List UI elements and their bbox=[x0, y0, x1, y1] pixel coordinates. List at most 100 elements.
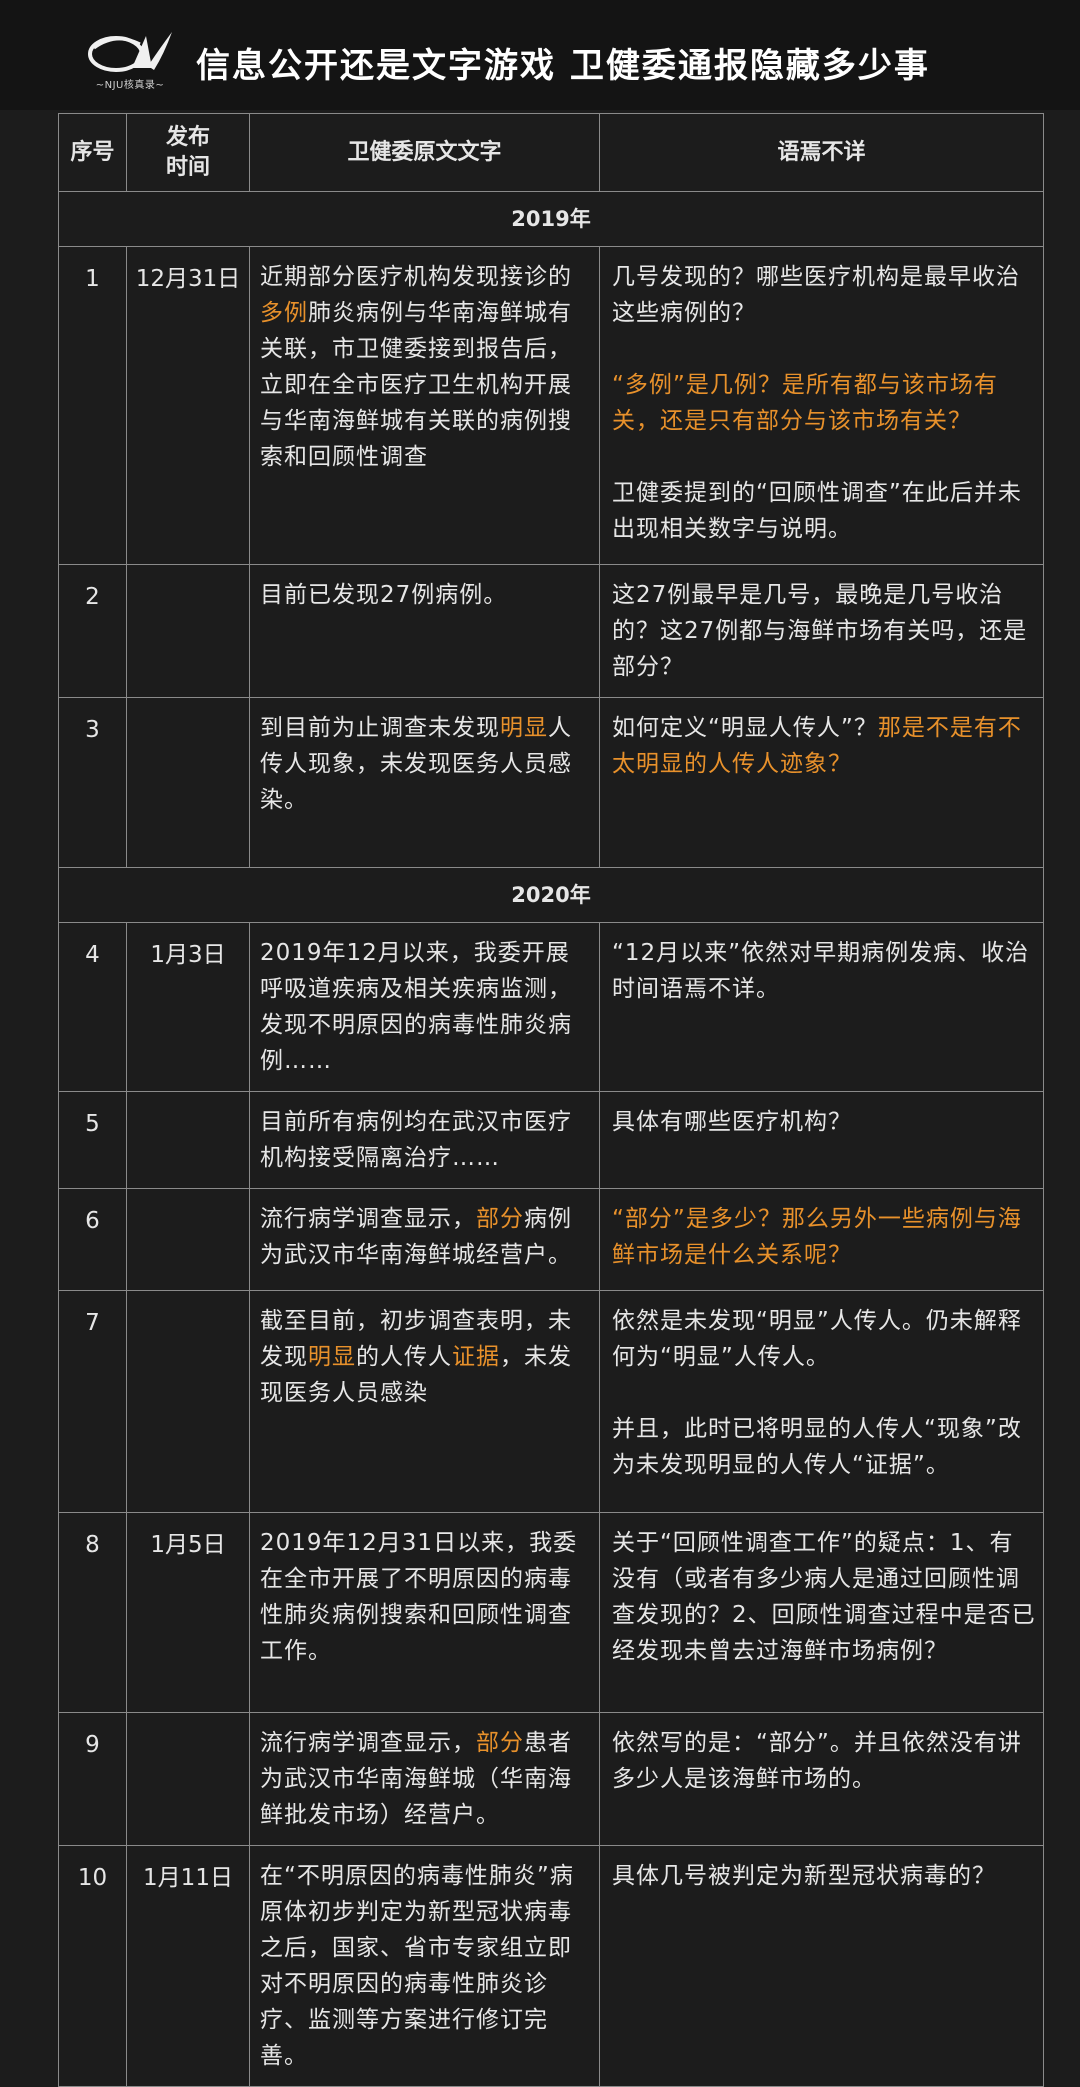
text-run: 卫健委提到的“回顾性调查”在此后并未出现相关数字与说明。 bbox=[612, 480, 1022, 542]
text-run: 流行病学调查显示， bbox=[260, 1730, 476, 1756]
note-paragraph: 如何定义“明显人传人”？那是不是有不太明显的人传人迹象？ bbox=[612, 710, 1037, 782]
note-paragraph: 具体几号被判定为新型冠状病毒的？ bbox=[612, 1858, 1037, 1894]
row-number: 2 bbox=[58, 564, 127, 698]
release-date bbox=[126, 1712, 250, 1846]
vague-note-cell: 依然写的是：“部分”。并且依然没有讲多少人是该海鲜市场的。 bbox=[599, 1712, 1044, 1846]
text-run: 具体几号被判定为新型冠状病毒的？ bbox=[612, 1863, 996, 1889]
vague-note-cell: 依然是未发现“明显”人传人。仍未解释何为“明显”人传人。 并且，此时已将明显的人传… bbox=[599, 1290, 1044, 1513]
text-run: 2019年12月以来，我委开展呼吸道疾病及相关疾病监测，发现不明原因的病毒性肺炎… bbox=[260, 940, 572, 1074]
table-row: 2 目前已发现27例病例。 这27例最早是几号，最晚是几号收治的？这27例都与海鲜市… bbox=[58, 564, 1044, 698]
column-header-date-line2: 时间 bbox=[165, 154, 210, 180]
original-text-cell: 流行病学调查显示，部分患者为武汉市华南海鲜城（华南海鲜批发市场）经营户。 bbox=[249, 1712, 600, 1846]
logo-text: ~NJU核真录~ bbox=[95, 80, 165, 91]
row-number: 3 bbox=[58, 697, 127, 868]
release-date bbox=[126, 1290, 250, 1513]
note-paragraph: 并且，此时已将明显的人传人“现象”改为未发现明显的人传人“证据”。 bbox=[612, 1411, 1037, 1483]
original-text-cell: 目前已发现27例病例。 bbox=[249, 564, 600, 698]
vague-note-cell: 几号发现的？哪些医疗机构是最早收治这些病例的？ “多例”是几例？是所有都与该市场有… bbox=[599, 246, 1044, 565]
header-bar: ~NJU核真录~ 信息公开还是文字游戏 卫健委通报隐藏多少事 bbox=[0, 0, 1080, 110]
original-text-cell: 2019年12月31日以来，我委在全市开展了不明原因的病毒性肺炎病例搜索和回顾性… bbox=[249, 1512, 600, 1713]
note-paragraph: “多例”是几例？是所有都与该市场有关，还是只有部分与该市场有关？ bbox=[612, 367, 1037, 439]
highlighted-text: 部分 bbox=[476, 1730, 524, 1756]
vague-note-cell: 这27例最早是几号，最晚是几号收治的？这27例都与海鲜市场有关吗，还是部分？ bbox=[599, 564, 1044, 698]
column-header-no: 序号 bbox=[58, 113, 127, 192]
note-paragraph: “12月以来”依然对早期病例发病、收治时间语焉不详。 bbox=[612, 935, 1037, 1007]
row-number: 9 bbox=[58, 1712, 127, 1846]
release-date bbox=[126, 564, 250, 698]
text-run: 依然是未发现“明显”人传人。仍未解释何为“明显”人传人。 bbox=[612, 1308, 1022, 1370]
original-text-cell: 2019年12月以来，我委开展呼吸道疾病及相关疾病监测，发现不明原因的病毒性肺炎… bbox=[249, 922, 600, 1092]
highlighted-text: 部分 bbox=[476, 1206, 524, 1232]
text-run: 的人传人 bbox=[356, 1344, 452, 1370]
vague-note-cell: “12月以来”依然对早期病例发病、收治时间语焉不详。 bbox=[599, 922, 1044, 1092]
highlighted-text: “部分”是多少？那么另外一些病例与海鲜市场是什么关系呢？ bbox=[612, 1206, 1022, 1268]
text-run: 关于“回顾性调查工作”的疑点：1、有没有（或者有多少病人是通过回顾性调查发现的？… bbox=[612, 1530, 1036, 1664]
vague-note-cell: 关于“回顾性调查工作”的疑点：1、有没有（或者有多少病人是通过回顾性调查发现的？… bbox=[599, 1512, 1044, 1713]
column-header-date-line1: 发布 bbox=[165, 124, 210, 150]
table-row: 3 到目前为止调查未发现明显人传人现象，未发现医务人员感染。 如何定义“明显人传人”… bbox=[58, 697, 1044, 868]
note-paragraph: 几号发现的？哪些医疗机构是最早收治这些病例的？ bbox=[612, 259, 1037, 331]
text-run: 并且，此时已将明显的人传人“现象”改为未发现明显的人传人“证据”。 bbox=[612, 1416, 1022, 1478]
note-paragraph: 这27例最早是几号，最晚是几号收治的？这27例都与海鲜市场有关吗，还是部分？ bbox=[612, 577, 1037, 685]
table-row: 8 1月5日 2019年12月31日以来，我委在全市开展了不明原因的病毒性肺炎病例搜… bbox=[58, 1512, 1044, 1713]
note-paragraph: “部分”是多少？那么另外一些病例与海鲜市场是什么关系呢？ bbox=[612, 1201, 1037, 1273]
text-run: 到目前为止调查未发现 bbox=[260, 715, 500, 741]
text-run: 几号发现的？哪些医疗机构是最早收治这些病例的？ bbox=[612, 264, 1020, 326]
highlighted-text: 多例 bbox=[260, 300, 308, 326]
original-text-cell: 截至目前，初步调查表明，未发现明显的人传人证据，未发现医务人员感染 bbox=[249, 1290, 600, 1513]
row-number: 5 bbox=[58, 1091, 127, 1189]
year-row-2019: 2019年 bbox=[58, 191, 1044, 247]
original-text-cell: 近期部分医疗机构发现接诊的多例肺炎病例与华南海鲜城有关联，市卫健委接到报告后，立… bbox=[249, 246, 600, 565]
text-run: 目前已发现27例病例。 bbox=[260, 582, 508, 608]
table-row: 10 1月11日 在“不明原因的病毒性肺炎”病原体初步判定为新型冠状病毒之后，国家、… bbox=[58, 1845, 1044, 2087]
table-row: 6 流行病学调查显示，部分病例为武汉市华南海鲜城经营户。 “部分”是多少？那么另外一… bbox=[58, 1188, 1044, 1291]
text-run: 这27例最早是几号，最晚是几号收治的？这27例都与海鲜市场有关吗，还是部分？ bbox=[612, 582, 1028, 680]
text-run: 如何定义“明显人传人”？ bbox=[612, 715, 878, 741]
column-header-original: 卫健委原文文字 bbox=[249, 113, 600, 192]
vague-note-cell: “部分”是多少？那么另外一些病例与海鲜市场是什么关系呢？ bbox=[599, 1188, 1044, 1291]
text-run: “12月以来”依然对早期病例发病、收治时间语焉不详。 bbox=[612, 940, 1030, 1002]
row-number: 7 bbox=[58, 1290, 127, 1513]
vague-note-cell: 如何定义“明显人传人”？那是不是有不太明显的人传人迹象？ bbox=[599, 697, 1044, 868]
text-run: 流行病学调查显示， bbox=[260, 1206, 476, 1232]
year-label-2020: 2020年 bbox=[58, 867, 1044, 923]
original-text-cell: 在“不明原因的病毒性肺炎”病原体初步判定为新型冠状病毒之后，国家、省市专家组立即… bbox=[249, 1845, 600, 2087]
release-date: 1月5日 bbox=[126, 1512, 250, 1713]
highlighted-text: 明显 bbox=[500, 715, 548, 741]
vague-note-cell: 具体有哪些医疗机构？ bbox=[599, 1091, 1044, 1189]
row-number: 1 bbox=[58, 246, 127, 565]
release-date bbox=[126, 1188, 250, 1291]
highlighted-text: 明显 bbox=[308, 1344, 356, 1370]
release-date: 12月31日 bbox=[126, 246, 250, 565]
comparison-table: 序号 发布 时间 卫健委原文文字 语焉不详 2019年 1 12月31日 近期部分医… bbox=[58, 113, 1044, 2087]
text-run: 目前所有病例均在武汉市医疗机构接受隔离治疗…… bbox=[260, 1109, 572, 1171]
table-row: 9 流行病学调查显示，部分患者为武汉市华南海鲜城（华南海鲜批发市场）经营户。 依然写… bbox=[58, 1712, 1044, 1846]
text-run: 2019年12月31日以来，我委在全市开展了不明原因的病毒性肺炎病例搜索和回顾性… bbox=[260, 1530, 578, 1664]
page-title: 信息公开还是文字游戏 卫健委通报隐藏多少事 bbox=[196, 46, 930, 86]
note-paragraph: 卫健委提到的“回顾性调查”在此后并未出现相关数字与说明。 bbox=[612, 475, 1037, 547]
release-date: 1月3日 bbox=[126, 922, 250, 1092]
text-run: 在“不明原因的病毒性肺炎”病原体初步判定为新型冠状病毒之后，国家、省市专家组立即… bbox=[260, 1863, 574, 2069]
row-number: 8 bbox=[58, 1512, 127, 1713]
text-run: 具体有哪些医疗机构？ bbox=[612, 1109, 852, 1135]
table-row: 1 12月31日 近期部分医疗机构发现接诊的多例肺炎病例与华南海鲜城有关联，市卫健委… bbox=[58, 246, 1044, 565]
text-run: 依然写的是：“部分”。并且依然没有讲多少人是该海鲜市场的。 bbox=[612, 1730, 1022, 1792]
note-paragraph: 依然是未发现“明显”人传人。仍未解释何为“明显”人传人。 bbox=[612, 1303, 1037, 1375]
release-date bbox=[126, 1091, 250, 1189]
year-label-2019: 2019年 bbox=[58, 191, 1044, 247]
table-header-row: 序号 发布 时间 卫健委原文文字 语焉不详 bbox=[58, 113, 1044, 192]
vague-note-cell: 具体几号被判定为新型冠状病毒的？ bbox=[599, 1845, 1044, 2087]
row-number: 6 bbox=[58, 1188, 127, 1291]
note-paragraph: 具体有哪些医疗机构？ bbox=[612, 1104, 1037, 1140]
column-header-note: 语焉不详 bbox=[599, 113, 1044, 192]
row-number: 10 bbox=[58, 1845, 127, 2087]
year-row-2020: 2020年 bbox=[58, 867, 1044, 923]
original-text-cell: 目前所有病例均在武汉市医疗机构接受隔离治疗…… bbox=[249, 1091, 600, 1189]
release-date bbox=[126, 697, 250, 868]
highlighted-text: “多例”是几例？是所有都与该市场有关，还是只有部分与该市场有关？ bbox=[612, 372, 998, 434]
original-text-cell: 到目前为止调查未发现明显人传人现象，未发现医务人员感染。 bbox=[249, 697, 600, 868]
text-run: 近期部分医疗机构发现接诊的 bbox=[260, 264, 572, 290]
original-text-cell: 流行病学调查显示，部分病例为武汉市华南海鲜城经营户。 bbox=[249, 1188, 600, 1291]
note-paragraph: 依然写的是：“部分”。并且依然没有讲多少人是该海鲜市场的。 bbox=[612, 1725, 1037, 1797]
table-row: 7 截至目前，初步调查表明，未发现明显的人传人证据，未发现医务人员感染 依然是未发现… bbox=[58, 1290, 1044, 1513]
